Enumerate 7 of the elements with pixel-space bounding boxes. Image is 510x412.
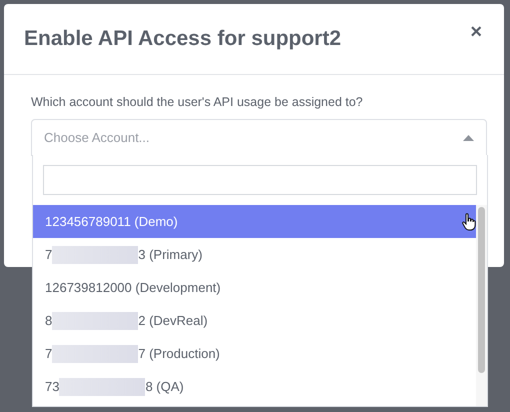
question-label: Which account should the user's API usage be assigned to?: [31, 95, 364, 109]
scrollbar-thumb[interactable]: [478, 207, 485, 373]
close-button[interactable]: ×: [468, 20, 484, 44]
account-option[interactable]: 123456789011 (Demo): [33, 205, 476, 238]
search-field[interactable]: [43, 165, 477, 195]
dialog-title: Enable API Access for support2: [24, 27, 342, 51]
caret-icon: [463, 134, 474, 140]
